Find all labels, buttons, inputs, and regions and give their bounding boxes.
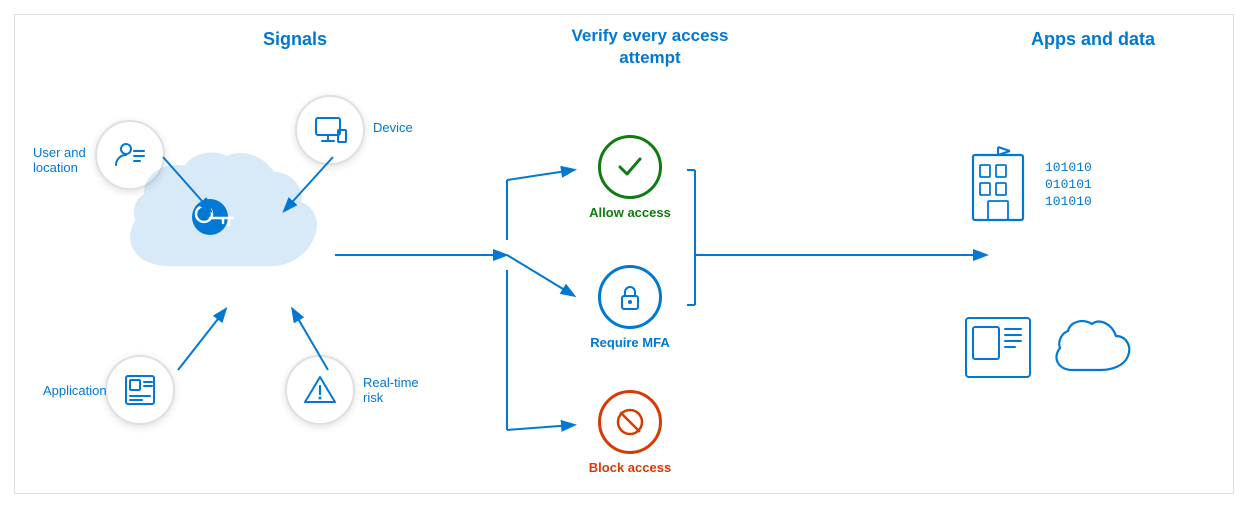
realtime-risk-label: Real-timerisk xyxy=(363,375,419,405)
application-label: Application xyxy=(43,383,107,398)
binary-data-icon: 101010 010101 101010 xyxy=(1043,155,1133,215)
require-mfa-outcome: Require MFA xyxy=(575,265,685,350)
realtime-risk-icon xyxy=(285,355,355,425)
verify-title: Verify every accessattempt xyxy=(525,25,775,69)
block-circle xyxy=(598,390,662,454)
svg-text:101010: 101010 xyxy=(1045,160,1092,175)
cloud-key xyxy=(115,145,335,305)
mfa-circle xyxy=(598,265,662,329)
building-icon xyxy=(968,145,1038,225)
svg-text:101010: 101010 xyxy=(1045,194,1092,209)
cloud-icon xyxy=(1048,320,1138,385)
allow-label: Allow access xyxy=(589,205,671,220)
block-label: Block access xyxy=(589,460,671,475)
allow-access-outcome: Allow access xyxy=(575,135,685,220)
signals-title: Signals xyxy=(195,29,395,50)
svg-text:010101: 010101 xyxy=(1045,177,1092,192)
apps-title: Apps and data xyxy=(983,29,1203,50)
device-label: Device xyxy=(373,120,413,135)
portal-icon xyxy=(963,315,1033,380)
application-icon xyxy=(105,355,175,425)
block-access-outcome: Block access xyxy=(575,390,685,475)
allow-circle xyxy=(598,135,662,199)
mfa-label: Require MFA xyxy=(590,335,669,350)
diagram-container: Signals Verify every accessattempt Apps … xyxy=(14,14,1234,494)
user-location-label: User andlocation xyxy=(33,145,86,175)
